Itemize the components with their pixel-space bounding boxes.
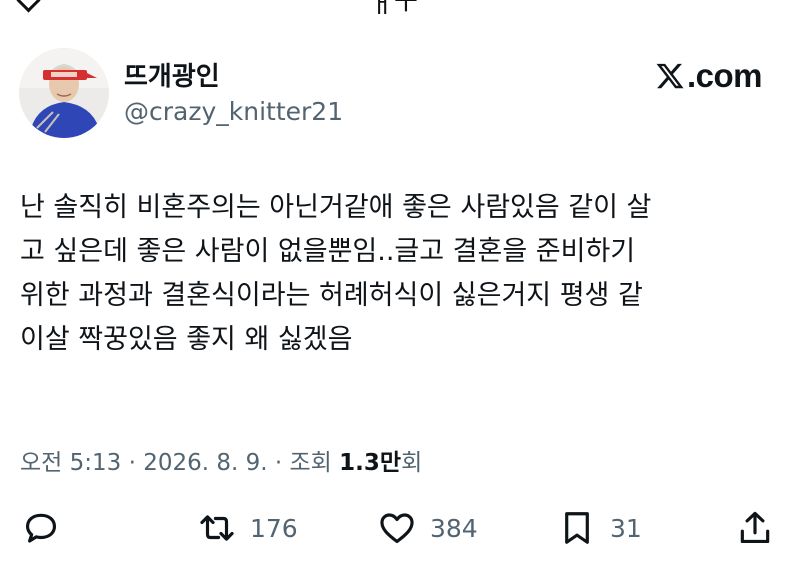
x-com-logo: .com: [655, 56, 763, 96]
back-chevron-icon[interactable]: [16, 0, 41, 13]
tweet-line: 고 싶은데 좋은 사람이 없을뿐임..글고 결혼을 준비하기: [20, 236, 636, 267]
like-button[interactable]: 384: [378, 508, 478, 548]
bookmark-count: 31: [610, 513, 642, 543]
tweet-meta: 오전 5:13 · 2026. 8. 9. · 조회 1.3만회: [20, 443, 422, 477]
cropped-header: ㅐㅜ: [0, 0, 800, 14]
views-label: 조회: [289, 450, 340, 476]
author-display-name[interactable]: 뜨개광인: [124, 56, 220, 93]
views-count[interactable]: 1.3만: [339, 450, 401, 476]
share-button[interactable]: [736, 508, 774, 548]
tweet-body: 난 솔직히 비혼주의는 아닌거같애 좋은 사람있음 같이 살 고 싶은데 좋은 …: [20, 186, 780, 362]
author-handle[interactable]: @crazy_knitter21: [124, 97, 343, 126]
retweet-count: 176: [250, 513, 298, 543]
x-logo-icon: [656, 63, 684, 89]
tweet-line: 이살 짝꿍있음 좋지 왜 싫겠음: [20, 324, 353, 355]
retweet-icon: [200, 515, 234, 541]
reply-button[interactable]: [22, 508, 60, 548]
share-icon: [740, 511, 770, 544]
avatar[interactable]: [19, 48, 109, 138]
tweet-date[interactable]: 2026. 8. 9.: [143, 450, 267, 476]
retweet-button[interactable]: 176: [198, 508, 298, 548]
tweet-line: 난 솔직히 비혼주의는 아닌거같애 좋은 사람있음 같이 살: [20, 192, 652, 223]
reply-icon: [25, 513, 57, 543]
views-suffix: 회: [401, 450, 423, 476]
header-fragment-text: ㅐㅜ: [370, 0, 418, 14]
meta-separator: ·: [267, 450, 290, 476]
bookmark-button[interactable]: 31: [558, 508, 642, 548]
meta-separator: ·: [121, 450, 144, 476]
bookmark-icon: [565, 512, 589, 544]
logo-domain-text: .com: [686, 57, 763, 94]
heart-icon: [380, 513, 414, 544]
tweet-line: 위한 과정과 결혼식이라는 허례허식이 싫은거지 평생 같: [20, 280, 643, 311]
like-count: 384: [430, 513, 478, 543]
tweet-time[interactable]: 오전 5:13: [20, 450, 121, 476]
